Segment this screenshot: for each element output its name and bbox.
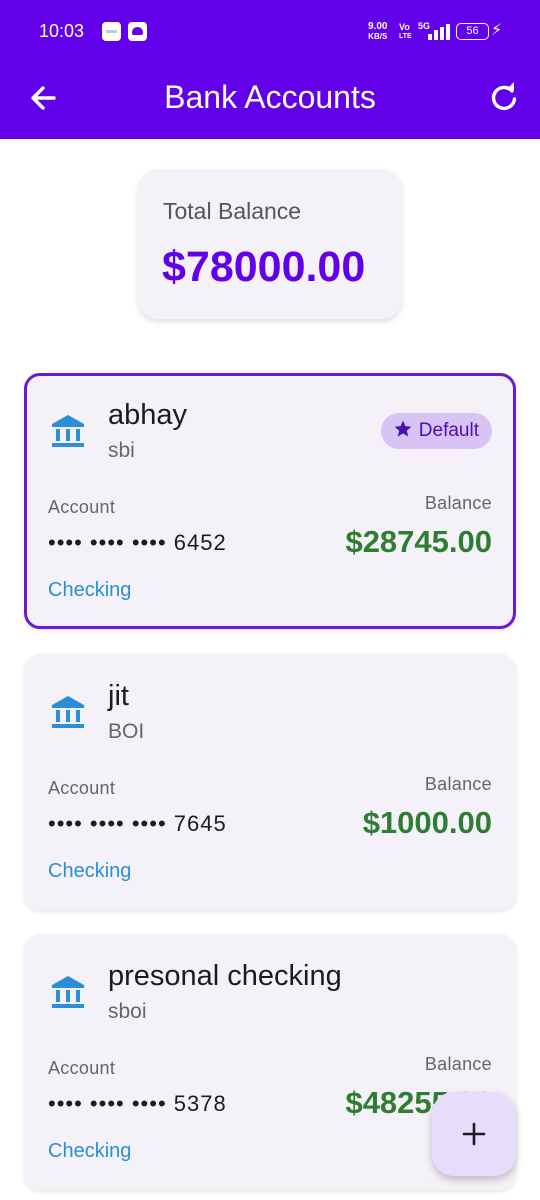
account-card[interactable]: abhay sbi Default Account Balance •••• •… xyxy=(24,373,516,629)
bank-name: BOI xyxy=(108,720,145,743)
star-icon xyxy=(394,420,412,437)
balance-label: Balance xyxy=(424,493,492,513)
account-label: Account xyxy=(48,778,116,798)
refresh-icon xyxy=(491,82,517,111)
bank-name: sbi xyxy=(108,439,135,462)
total-balance-value: $78000.00 xyxy=(162,243,366,291)
total-balance-card: Total Balance $78000.00 xyxy=(138,169,402,319)
bank-name: sboi xyxy=(108,1000,147,1023)
account-type: Checking xyxy=(48,860,132,882)
status-bar: 10:03 9.00 KB/S Vo LTE 5G 56 ⚡ xyxy=(0,0,540,62)
account-type: Checking xyxy=(48,579,132,601)
battery-level: 56 xyxy=(466,25,479,37)
account-holder: presonal checking xyxy=(108,960,342,992)
battery-icon: 56 xyxy=(456,23,489,40)
network-speed: 9.00 KB/S xyxy=(368,22,387,42)
refresh-button[interactable] xyxy=(484,78,524,118)
cloud-app-icon xyxy=(128,22,147,41)
volte-bottom: LTE xyxy=(399,33,412,40)
account-card[interactable]: jit BOI Account Balance •••• •••• •••• 7… xyxy=(24,654,516,910)
page-title: Bank Accounts xyxy=(164,79,376,115)
signal-icon xyxy=(428,24,450,40)
total-balance-label: Total Balance xyxy=(163,198,302,224)
bank-icon xyxy=(52,696,84,728)
volte-indicator: Vo LTE xyxy=(399,22,412,42)
account-holder: jit xyxy=(108,680,129,712)
balance-label: Balance xyxy=(424,774,492,794)
network-speed-unit: KB/S xyxy=(368,32,388,41)
account-number: •••• •••• •••• 7645 xyxy=(48,811,227,836)
account-label: Account xyxy=(48,497,116,517)
charging-icon: ⚡ xyxy=(491,22,503,39)
notification-app-icon xyxy=(102,22,121,41)
account-balance: $28745.00 xyxy=(345,524,492,559)
account-type: Checking xyxy=(48,1140,132,1162)
status-time: 10:03 xyxy=(39,21,85,41)
add-account-button[interactable] xyxy=(432,1092,516,1176)
balance-label: Balance xyxy=(424,1054,492,1074)
default-badge: Default xyxy=(380,413,492,449)
account-number: •••• •••• •••• 5378 xyxy=(48,1091,227,1116)
app-header: 10:03 9.00 KB/S Vo LTE 5G 56 ⚡ Bank Acco… xyxy=(0,0,540,139)
bank-accounts-screen: 10:03 9.00 KB/S Vo LTE 5G 56 ⚡ Bank Acco… xyxy=(0,0,540,1200)
account-label: Account xyxy=(48,1058,116,1078)
bank-icon xyxy=(52,415,84,447)
bank-icon xyxy=(52,976,84,1008)
account-holder: abhay xyxy=(108,399,188,431)
network-speed-value: 9.00 xyxy=(368,21,388,32)
account-number: •••• •••• •••• 6452 xyxy=(48,530,227,555)
plus-icon xyxy=(462,1122,486,1146)
default-badge-label: Default xyxy=(418,420,479,441)
volte-top: Vo xyxy=(399,22,410,32)
account-balance: $1000.00 xyxy=(362,805,492,840)
